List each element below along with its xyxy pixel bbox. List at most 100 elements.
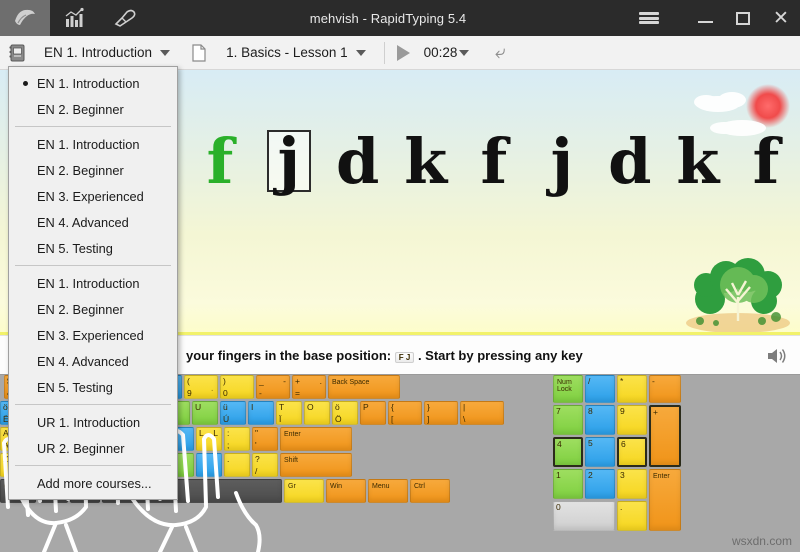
keyboard-key[interactable]: :; bbox=[224, 427, 250, 451]
menu-separator bbox=[15, 265, 171, 266]
menu-item[interactable]: EN 3. Experienced bbox=[9, 322, 177, 348]
menu-item[interactable]: EN 2. Beginner bbox=[9, 96, 177, 122]
keyboard-key[interactable]: Ctrl bbox=[410, 479, 450, 503]
typing-tab[interactable] bbox=[0, 0, 50, 36]
menu-separator bbox=[15, 404, 171, 405]
hamburger-menu-button[interactable] bbox=[626, 0, 672, 36]
menu-item[interactable]: EN 5. Testing bbox=[9, 374, 177, 400]
keyboard-key[interactable]: 1 bbox=[553, 469, 583, 499]
keyboard-key[interactable]: ) 0 bbox=[220, 375, 254, 399]
keyboard-key[interactable]: 5 bbox=[585, 437, 615, 467]
keyboard-key[interactable]: O bbox=[304, 401, 330, 425]
keyboard-key[interactable]: ? / bbox=[252, 453, 278, 477]
keyboard-key[interactable]: öÖ bbox=[332, 401, 358, 425]
menu-item[interactable]: EN 5. Testing bbox=[9, 235, 177, 261]
key-label: T bbox=[279, 402, 285, 412]
keyboard-key[interactable]: LL bbox=[196, 427, 222, 451]
menu-item[interactable]: UR 2. Beginner bbox=[9, 435, 177, 461]
course-book-icon bbox=[0, 36, 34, 70]
menu-item[interactable]: EN 1. Introduction bbox=[9, 70, 177, 96]
keyboard-key[interactable]: Enter bbox=[649, 469, 681, 531]
key-label: 8 bbox=[588, 406, 593, 416]
keyboard-key[interactable]: Win bbox=[326, 479, 366, 503]
keyboard-key[interactable]: / bbox=[585, 375, 615, 403]
key-label: _ bbox=[259, 376, 264, 386]
keyboard-key[interactable]: * bbox=[617, 375, 647, 403]
keyboard-key[interactable]: I bbox=[248, 401, 274, 425]
mode-tabs bbox=[0, 0, 150, 36]
title-bar: mehvish - RapidTyping 5.4 ✕ bbox=[0, 0, 800, 36]
speaker-icon[interactable] bbox=[766, 346, 788, 371]
keyboard-key[interactable]: . bbox=[224, 453, 250, 477]
key-label: ( bbox=[187, 376, 190, 386]
course-selector[interactable]: EN 1. Introduction bbox=[34, 36, 182, 70]
keyboard-key[interactable]: TÏ bbox=[276, 401, 302, 425]
keyboard-key[interactable]: P bbox=[360, 401, 386, 425]
keyboard-key[interactable]: Menu bbox=[368, 479, 408, 503]
course-label: EN 1. Introduction bbox=[44, 45, 153, 60]
lesson-selector[interactable]: 1. Basics - Lesson 1 bbox=[216, 36, 378, 70]
key-label: - bbox=[652, 376, 655, 386]
keyboard-key[interactable]: | \ bbox=[460, 401, 504, 425]
keyboard-key[interactable]: üÚ bbox=[220, 401, 246, 425]
menu-item[interactable]: EN 3. Experienced bbox=[9, 183, 177, 209]
editor-tab[interactable] bbox=[100, 0, 150, 36]
menu-item[interactable]: UR 1. Introduction bbox=[9, 409, 177, 435]
keyboard-key[interactable]: - bbox=[649, 375, 681, 403]
keyboard-key[interactable]: . bbox=[617, 501, 647, 531]
menu-item-label: Add more courses... bbox=[37, 475, 152, 491]
keyboard-key[interactable]: Enter bbox=[280, 427, 352, 451]
menu-item-label: EN 2. Beginner bbox=[37, 162, 124, 178]
menu-item[interactable]: EN 1. Introduction bbox=[9, 270, 177, 296]
typing-char: d bbox=[336, 124, 380, 198]
menu-item-label: EN 1. Introduction bbox=[37, 275, 140, 291]
chevron-down-icon bbox=[355, 49, 366, 56]
keyboard-key[interactable]: Back Space bbox=[328, 375, 400, 399]
key-label: . bbox=[620, 502, 623, 512]
keyboard-key[interactable]: Gr bbox=[284, 479, 324, 503]
key-label: ; bbox=[227, 440, 230, 450]
key-label: 0 bbox=[556, 502, 561, 512]
keyboard-key[interactable]: + =. bbox=[292, 375, 326, 399]
keyboard-key[interactable]: 4 bbox=[553, 437, 583, 467]
keyboard-key[interactable]: 3 bbox=[617, 469, 647, 499]
timer-selector[interactable]: 00:28 bbox=[420, 36, 482, 70]
keyboard-key[interactable]: }] bbox=[424, 401, 458, 425]
play-icon[interactable] bbox=[396, 44, 410, 61]
keyboard-key[interactable]: + bbox=[649, 405, 681, 467]
key-label: . bbox=[227, 454, 230, 464]
menu-item[interactable]: EN 1. Introduction bbox=[9, 131, 177, 157]
keyboard-key[interactable]: Shift bbox=[280, 453, 352, 477]
keyboard-key[interactable]: 8 bbox=[585, 405, 615, 435]
keyboard-key[interactable]: 2 bbox=[585, 469, 615, 499]
keyboard-key[interactable]: U bbox=[192, 401, 218, 425]
undo-icon[interactable]: ⤷ bbox=[495, 42, 506, 64]
maximize-button[interactable] bbox=[724, 0, 762, 36]
keyboard-key[interactable]: " ' bbox=[252, 427, 278, 451]
menu-item[interactable]: Add more courses... bbox=[9, 470, 177, 496]
key-label: / bbox=[588, 376, 591, 386]
keyboard-key[interactable]: 9 bbox=[617, 405, 647, 435]
key-label: ' bbox=[255, 440, 257, 450]
menu-item[interactable]: EN 4. Advanced bbox=[9, 348, 177, 374]
menu-item[interactable]: EN 4. Advanced bbox=[9, 209, 177, 235]
keyboard-key[interactable]: {[ bbox=[388, 401, 422, 425]
keyboard-key[interactable]: 0 bbox=[553, 501, 615, 531]
keyboard-key[interactable] bbox=[196, 453, 222, 477]
keyboard-key[interactable]: (9 ˙ bbox=[184, 375, 218, 399]
close-button[interactable]: ✕ bbox=[762, 0, 800, 36]
menu-item[interactable]: EN 2. Beginner bbox=[9, 296, 177, 322]
chevron-down-icon bbox=[459, 49, 470, 56]
statistics-tab[interactable] bbox=[50, 0, 100, 36]
keyboard-key[interactable]: 6 bbox=[617, 437, 647, 467]
keyboard-key[interactable]: _ - - bbox=[256, 375, 290, 399]
typing-char: f bbox=[206, 124, 234, 198]
menu-item-label: EN 2. Beginner bbox=[37, 301, 124, 317]
keyboard-key[interactable]: 7 bbox=[553, 405, 583, 435]
key-label: " bbox=[255, 428, 259, 438]
toolbar-divider bbox=[383, 41, 385, 64]
key-label: Ö bbox=[335, 414, 342, 424]
minimize-button[interactable] bbox=[686, 0, 724, 36]
menu-item[interactable]: EN 2. Beginner bbox=[9, 157, 177, 183]
keyboard-key[interactable]: Num Lock bbox=[553, 375, 583, 403]
